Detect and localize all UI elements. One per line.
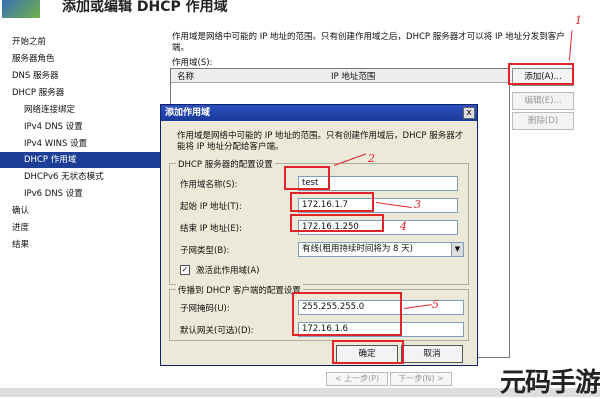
nav-item-progress[interactable]: 进度 [12, 220, 29, 236]
ok-button-highlight [332, 340, 404, 364]
scope-name-highlight [284, 166, 330, 190]
nav-item-before-you-begin[interactable]: 开始之前 [12, 34, 46, 50]
chevron-down-icon[interactable]: ▼ [451, 243, 463, 256]
next-button[interactable]: 下一步(N) > [390, 372, 452, 386]
prev-button[interactable]: < 上一步(P) [326, 372, 388, 386]
nav-item-dhcpv6-stateless[interactable]: DHCPv6 无状态模式 [24, 169, 104, 185]
annotation-3: 3 [414, 198, 421, 211]
end-ip-highlight [290, 214, 384, 232]
group1-title: DHCP 服务器的配置设置 [176, 158, 275, 170]
nav-item-dns-server[interactable]: DNS 服务器 [12, 68, 59, 84]
nav-item-ipv4-dns[interactable]: IPv4 DNS 设置 [24, 119, 83, 135]
subnet-type-label: 子网类型(B): [180, 246, 230, 256]
activate-scope-label: 激活此作用域(A) [196, 266, 260, 276]
end-ip-label: 结束 IP 地址(E): [180, 224, 242, 234]
column-ip-range[interactable]: IP 地址范围 [331, 70, 375, 82]
subnet-mask-label: 子网掩码(U): [180, 304, 230, 314]
nav-item-server-roles[interactable]: 服务器角色 [12, 51, 55, 67]
group2-title: 传播到 DHCP 客户端的配置设置 [176, 284, 303, 296]
scopes-label: 作用域(S): [172, 58, 213, 68]
activate-scope-checkbox[interactable]: ✓ [180, 265, 190, 275]
annotation-1: 1 [575, 14, 582, 27]
nav-item-results[interactable]: 结果 [12, 237, 29, 253]
dialog-title: 添加作用域 [161, 105, 477, 121]
subnet-type-value: 有线(租用持续时间将为 8 天) [302, 244, 413, 254]
annotation-4: 4 [400, 220, 407, 233]
wizard-nav: 开始之前 服务器角色 DNS 服务器 DHCP 服务器 网络连接绑定 IPv4 … [0, 30, 160, 390]
column-name[interactable]: 名称 [177, 70, 194, 82]
client-settings-highlight [292, 292, 402, 336]
nav-item-dhcp-scopes[interactable]: DHCP 作用域 [0, 152, 160, 168]
nav-item-network-binding[interactable]: 网络连接绑定 [24, 102, 75, 118]
default-gateway-label: 默认网关(可选)(D): [180, 326, 254, 336]
nav-item-ipv4-wins[interactable]: IPv4 WINS 设置 [24, 136, 87, 152]
nav-item-confirm[interactable]: 确认 [12, 203, 29, 219]
watermark: 元码手游网 [500, 368, 600, 398]
wizard-banner: 添加或编辑 DHCP 作用域 [0, 0, 600, 22]
annotation-5: 5 [432, 298, 439, 311]
cancel-button[interactable]: 取消 [401, 345, 463, 363]
scope-name-label: 作用域名称(S): [180, 180, 238, 190]
close-icon[interactable]: x [463, 107, 475, 119]
start-ip-label: 起始 IP 地址(T): [180, 202, 242, 212]
dialog-description: 作用域是网络中可能的 IP 地址的范围。只有创建作用域后，DHCP 服务器才能将… [177, 131, 464, 152]
delete-scope-button[interactable]: 删除(D) [512, 112, 574, 130]
server-logo-icon [2, 0, 40, 18]
add-button-highlight [508, 63, 574, 85]
scope-description: 作用域是网络中可能的 IP 地址的范围。只有创建作用域之后，DHCP 服务器才可… [172, 32, 565, 53]
annotation-2: 2 [368, 152, 375, 165]
start-ip-highlight [290, 192, 374, 212]
scope-list-header: 名称 IP 地址范围 [171, 69, 509, 83]
wizard-title: 添加或编辑 DHCP 作用域 [62, 0, 228, 15]
nav-item-dhcp-server[interactable]: DHCP 服务器 [12, 85, 64, 101]
nav-item-ipv6-dns[interactable]: IPv6 DNS 设置 [24, 186, 83, 202]
edit-scope-button[interactable]: 编辑(E)... [512, 92, 574, 110]
subnet-type-select[interactable]: 有线(租用持续时间将为 8 天) ▼ [298, 242, 464, 257]
